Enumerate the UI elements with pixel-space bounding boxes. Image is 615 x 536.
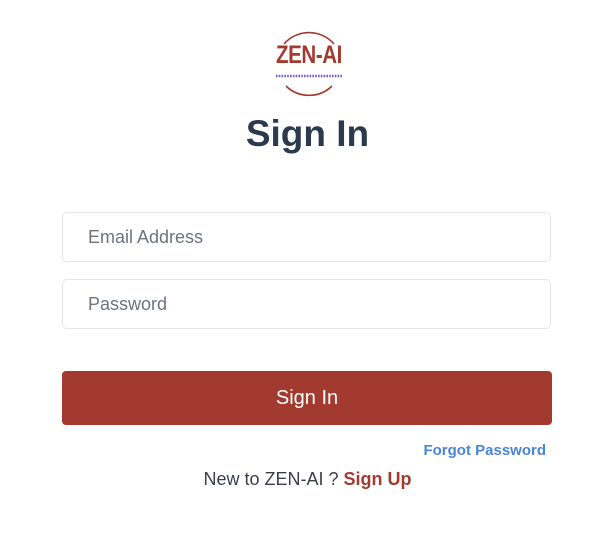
page-title: Sign In: [245, 113, 370, 154]
logo-text: ZEN-AI: [276, 41, 342, 69]
sign-up-link[interactable]: Sign Up: [344, 469, 412, 489]
sign-in-button[interactable]: Sign In: [62, 371, 552, 425]
email-field[interactable]: [62, 212, 551, 262]
forgot-password-link[interactable]: Forgot Password: [423, 442, 546, 459]
signup-prompt: New to ZEN-AI ? Sign Up: [0, 469, 615, 490]
signup-prompt-text: New to ZEN-AI ?: [203, 469, 344, 489]
password-field[interactable]: [62, 279, 551, 329]
zen-ai-logo: ZEN-AI: [268, 28, 350, 100]
sign-in-page: ZEN-AI Sign In Sign In Forgot Password N…: [0, 0, 615, 536]
